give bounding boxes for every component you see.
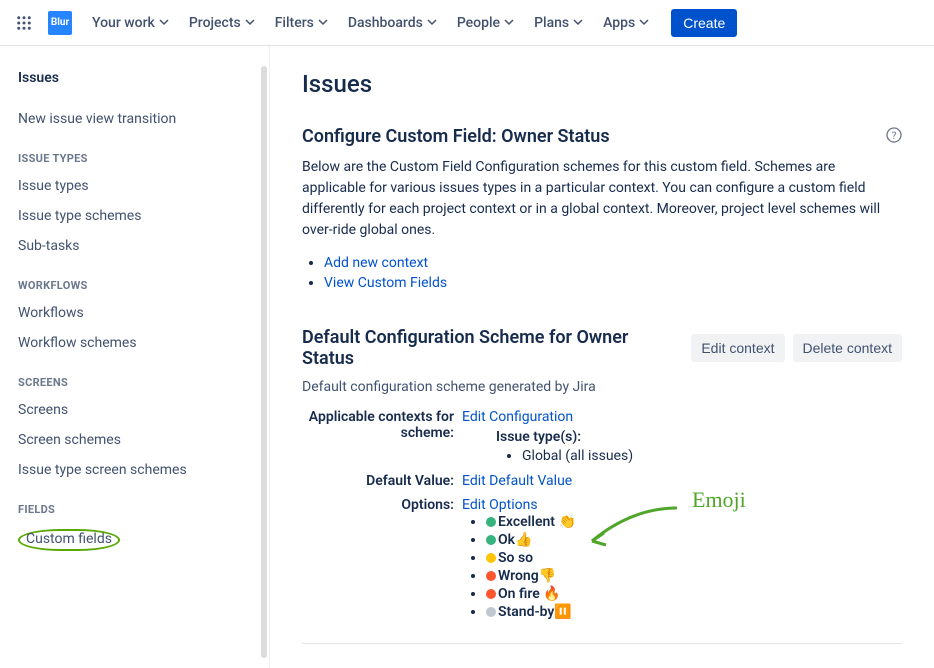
status-dot-icon — [486, 589, 496, 599]
status-dot-icon — [486, 535, 496, 545]
link-edit-default-value[interactable]: Edit Default Value — [462, 473, 572, 489]
create-button[interactable]: Create — [671, 9, 737, 37]
annotation-circle: Custom fields — [18, 529, 120, 551]
nav-projects[interactable]: Projects — [181, 9, 263, 37]
option-text: So so — [498, 550, 533, 566]
options-list: Excellent 👏 Ok👍 So so Wrong👎 On fire 🔥 Stand-… — [486, 513, 902, 621]
sidebar-group-screens: SCREENS — [8, 358, 269, 395]
nav-label: Plans — [534, 15, 569, 31]
chevron-down-icon — [318, 15, 328, 31]
nav-plans[interactable]: Plans — [526, 9, 591, 37]
sidebar-item-sub-tasks[interactable]: Sub-tasks — [8, 231, 269, 261]
main-content: Issues Configure Custom Field: Owner Sta… — [270, 46, 934, 668]
sidebar-group-fields: FIELDS — [8, 485, 269, 522]
sidebar-item-issue-type-screen-schemes[interactable]: Issue type screen schemes — [8, 455, 269, 485]
option-item: Wrong👎 — [486, 567, 902, 585]
default-value-label: Default Value: — [302, 473, 462, 489]
status-dot-icon — [486, 553, 496, 563]
sidebar-item-workflow-schemes[interactable]: Workflow schemes — [8, 328, 269, 358]
chevron-down-icon — [504, 15, 514, 31]
option-item: So so — [486, 549, 902, 567]
link-edit-options[interactable]: Edit Options — [462, 497, 538, 513]
top-navigation: Blur Your work Projects Filters Dashboar… — [0, 0, 934, 46]
chevron-down-icon — [639, 15, 649, 31]
scheme-subtitle: Default configuration scheme generated b… — [302, 379, 902, 395]
configure-description: Below are the Custom Field Configuration… — [302, 157, 902, 241]
link-add-new-context[interactable]: Add new context — [324, 255, 428, 271]
sidebar-title: Issues — [8, 64, 269, 92]
status-dot-icon — [486, 607, 496, 617]
nav-label: Apps — [603, 15, 635, 31]
nav-label: Your work — [92, 15, 155, 31]
annotation-label: Emoji — [692, 487, 746, 513]
link-edit-configuration[interactable]: Edit Configuration — [462, 409, 573, 425]
option-text: Excellent 👏 — [498, 514, 576, 530]
admin-sidebar: Issues New issue view transition ISSUE T… — [0, 46, 270, 668]
options-label: Options: — [302, 497, 462, 513]
nav-label: Projects — [189, 15, 241, 31]
annotation-arrow-icon — [582, 503, 682, 553]
option-item: Excellent 👏 — [486, 513, 902, 531]
nav-label: Dashboards — [348, 15, 423, 31]
nav-label: Filters — [275, 15, 314, 31]
nav-dashboards[interactable]: Dashboards — [340, 9, 445, 37]
option-item: Stand-by⏸️ — [486, 603, 902, 621]
nav-filters[interactable]: Filters — [267, 9, 336, 37]
nav-people[interactable]: People — [449, 9, 522, 37]
page-title: Issues — [302, 70, 902, 98]
chevron-down-icon — [245, 15, 255, 31]
help-icon[interactable]: ? — [886, 127, 902, 147]
sidebar-item-screen-schemes[interactable]: Screen schemes — [8, 425, 269, 455]
sidebar-item-issue-type-schemes[interactable]: Issue type schemes — [8, 201, 269, 231]
option-text: Wrong👎 — [498, 568, 556, 584]
nav-your-work[interactable]: Your work — [84, 9, 177, 37]
link-view-custom-fields[interactable]: View Custom Fields — [324, 275, 447, 291]
chevron-down-icon — [427, 15, 437, 31]
product-logo[interactable]: Blur — [48, 11, 72, 35]
sidebar-item-workflows[interactable]: Workflows — [8, 298, 269, 328]
scheme-title: Default Configuration Scheme for Owner S… — [302, 327, 683, 369]
sidebar-item-issue-types[interactable]: Issue types — [8, 171, 269, 201]
sidebar-item-new-issue-view[interactable]: New issue view transition — [8, 104, 269, 134]
nav-apps[interactable]: Apps — [595, 9, 657, 37]
issue-types-value: Global (all issues) — [522, 447, 902, 465]
chevron-down-icon — [573, 15, 583, 31]
sidebar-item-custom-fields[interactable]: Custom fields — [8, 522, 269, 558]
status-dot-icon — [486, 517, 496, 527]
configure-heading: Configure Custom Field: Owner Status — [302, 126, 886, 147]
sidebar-group-issue-types: ISSUE TYPES — [8, 134, 269, 171]
nav-label: People — [457, 15, 500, 31]
option-text: On fire 🔥 — [498, 586, 561, 602]
section-divider — [302, 643, 902, 644]
option-text: Ok👍 — [498, 532, 532, 548]
app-switcher-icon[interactable] — [12, 11, 36, 35]
sidebar-item-screens[interactable]: Screens — [8, 395, 269, 425]
contexts-label: Applicable contexts for scheme: — [302, 409, 462, 441]
chevron-down-icon — [159, 15, 169, 31]
option-text: Stand-by⏸️ — [498, 604, 572, 620]
delete-context-button[interactable]: Delete context — [793, 334, 903, 362]
scheme-config-table: Applicable contexts for scheme: Edit Con… — [302, 405, 902, 625]
issue-types-label: Issue type(s): — [496, 429, 902, 445]
sidebar-group-workflows: WORKFLOWS — [8, 261, 269, 298]
status-dot-icon — [486, 571, 496, 581]
edit-context-button[interactable]: Edit context — [691, 334, 784, 362]
svg-text:?: ? — [892, 131, 897, 142]
option-item: Ok👍 — [486, 531, 902, 549]
option-item: On fire 🔥 — [486, 585, 902, 603]
